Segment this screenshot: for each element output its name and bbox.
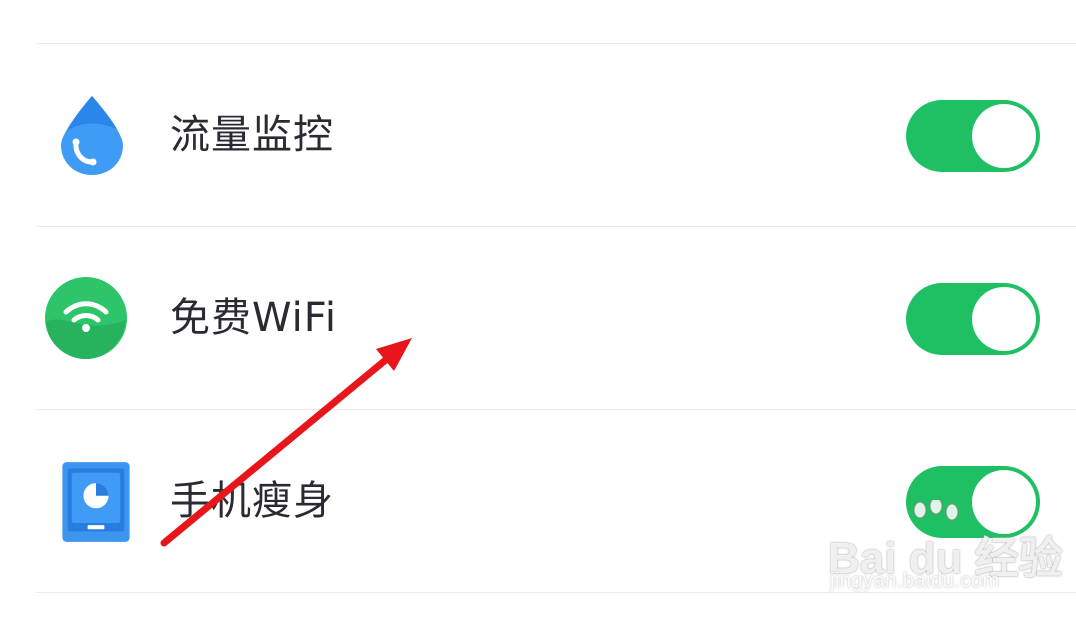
toggle-knob <box>972 470 1036 534</box>
settings-row-phone-cleanup[interactable]: 手机瘦身 <box>0 410 1076 592</box>
setting-label: 手机瘦身 <box>170 478 334 524</box>
divider-bottom <box>36 592 1076 593</box>
phone-pie-chart-icon <box>54 460 130 544</box>
wifi-icon <box>44 276 128 360</box>
toggle-knob <box>972 287 1036 351</box>
phone-cleanup-toggle[interactable] <box>906 466 1040 538</box>
settings-row-traffic-monitor[interactable]: 流量监控 <box>0 44 1076 226</box>
traffic-monitor-toggle[interactable] <box>906 100 1040 172</box>
toggle-knob <box>972 104 1036 168</box>
settings-row-free-wifi[interactable]: 免费WiFi <box>0 227 1076 409</box>
setting-label: 流量监控 <box>170 112 334 158</box>
setting-label: 免费WiFi <box>170 295 337 341</box>
water-drop-phone-icon <box>50 93 124 177</box>
free-wifi-toggle[interactable] <box>906 283 1040 355</box>
